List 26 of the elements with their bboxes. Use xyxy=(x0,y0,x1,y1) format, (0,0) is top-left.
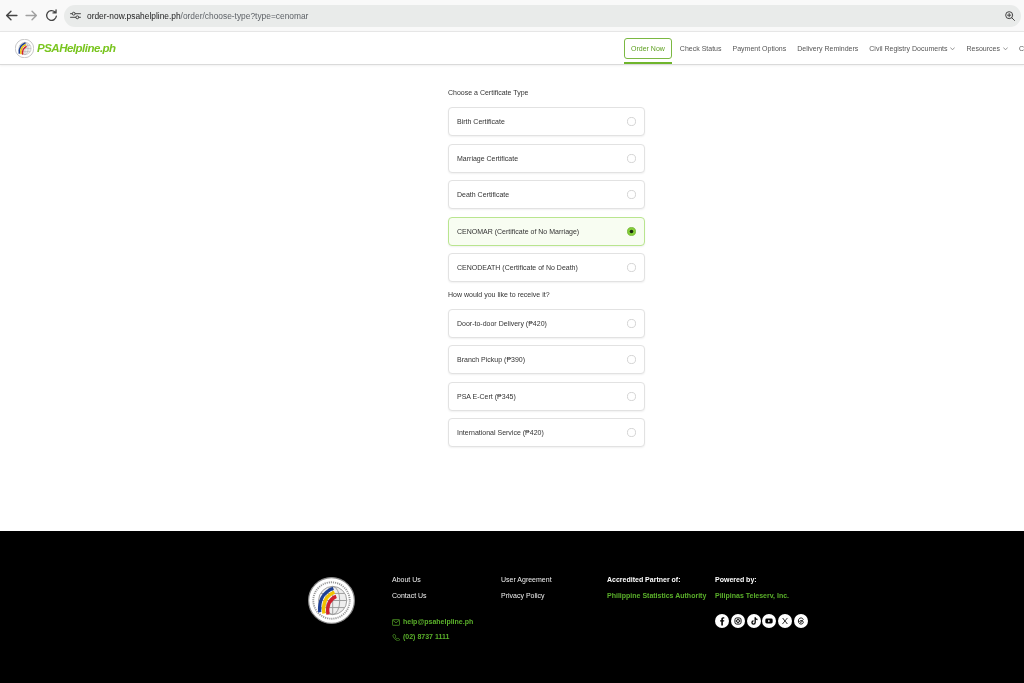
back-icon[interactable] xyxy=(5,9,18,22)
facebook-icon[interactable] xyxy=(715,614,729,628)
radio-icon[interactable] xyxy=(627,391,636,401)
active-indicator xyxy=(624,62,672,64)
tiktok-icon[interactable] xyxy=(746,614,761,628)
radio-icon[interactable] xyxy=(627,318,636,328)
x-logo-icon[interactable] xyxy=(778,614,793,628)
reload-icon[interactable] xyxy=(45,9,58,22)
radio-icon[interactable] xyxy=(627,355,636,364)
radio-icon[interactable] xyxy=(627,190,636,199)
envelope-icon xyxy=(392,618,400,626)
phone-icon xyxy=(392,633,400,641)
radio-icon[interactable] xyxy=(627,117,636,126)
radio-icon[interactable] xyxy=(627,226,636,236)
site-settings-icon[interactable] xyxy=(70,11,81,20)
instagram-icon[interactable] xyxy=(730,614,745,628)
radio-icon[interactable] xyxy=(627,428,636,437)
zoom-icon[interactable] xyxy=(1005,10,1015,21)
seal-logo-icon[interactable] xyxy=(15,38,34,58)
youtube-icon[interactable] xyxy=(762,614,777,628)
threads-icon[interactable] xyxy=(794,614,808,628)
url-text: order-now.psahelpline.ph/order/choose-type?type=cenomar xyxy=(87,10,309,21)
radio-icon[interactable] xyxy=(627,263,636,272)
seal-logo-icon xyxy=(308,577,355,624)
address-bar[interactable]: order-now.psahelpline.ph/order/choose-type?type=cenomar xyxy=(64,4,1021,27)
radio-icon[interactable] xyxy=(627,153,636,163)
